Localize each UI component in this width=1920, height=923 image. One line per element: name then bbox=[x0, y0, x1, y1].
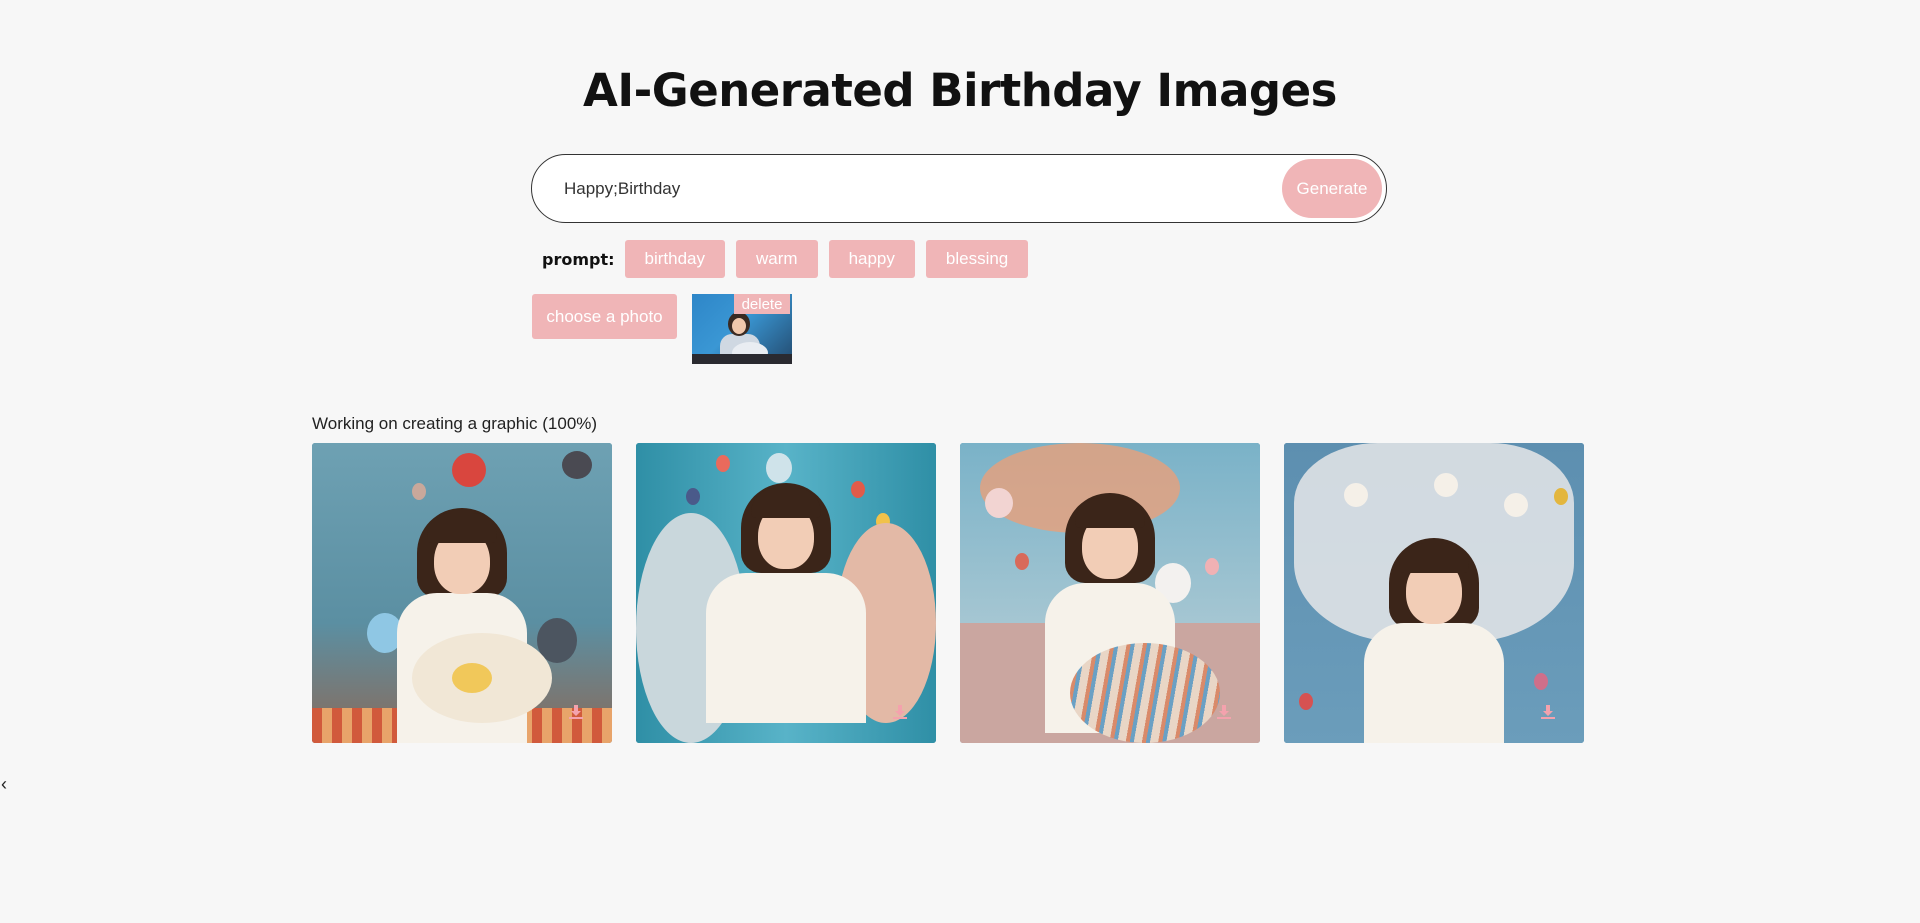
prompt-tags-row: prompt: birthday warm happy blessing bbox=[542, 240, 1039, 278]
download-icon[interactable] bbox=[566, 702, 586, 722]
prompt-tag-blessing[interactable]: blessing bbox=[925, 240, 1029, 278]
generated-image-1[interactable] bbox=[312, 443, 612, 743]
page-title: AI-Generated Birthday Images bbox=[583, 64, 1337, 117]
generated-image-3[interactable] bbox=[960, 443, 1260, 743]
generate-button[interactable]: Generate bbox=[1282, 159, 1382, 218]
back-arrow-icon[interactable]: ‹ bbox=[1, 774, 7, 795]
prompt-label: prompt: bbox=[542, 249, 615, 269]
choose-photo-button[interactable]: choose a photo bbox=[532, 294, 677, 339]
search-bar: Generate bbox=[531, 154, 1387, 223]
prompt-tag-warm[interactable]: warm bbox=[736, 240, 818, 278]
generated-image-2[interactable] bbox=[636, 443, 936, 743]
page: AI-Generated Birthday Images Generate pr… bbox=[0, 0, 1920, 923]
prompt-tag-happy[interactable]: happy bbox=[828, 240, 915, 278]
prompt-tag-birthday[interactable]: birthday bbox=[624, 240, 725, 278]
download-icon[interactable] bbox=[1538, 702, 1558, 722]
delete-photo-button[interactable]: delete bbox=[734, 294, 790, 314]
download-icon[interactable] bbox=[890, 702, 910, 722]
download-icon[interactable] bbox=[1214, 702, 1234, 722]
prompt-input[interactable] bbox=[562, 155, 1266, 223]
generated-image-4[interactable] bbox=[1284, 443, 1584, 743]
generation-status: Working on creating a graphic (100%) bbox=[312, 414, 598, 433]
